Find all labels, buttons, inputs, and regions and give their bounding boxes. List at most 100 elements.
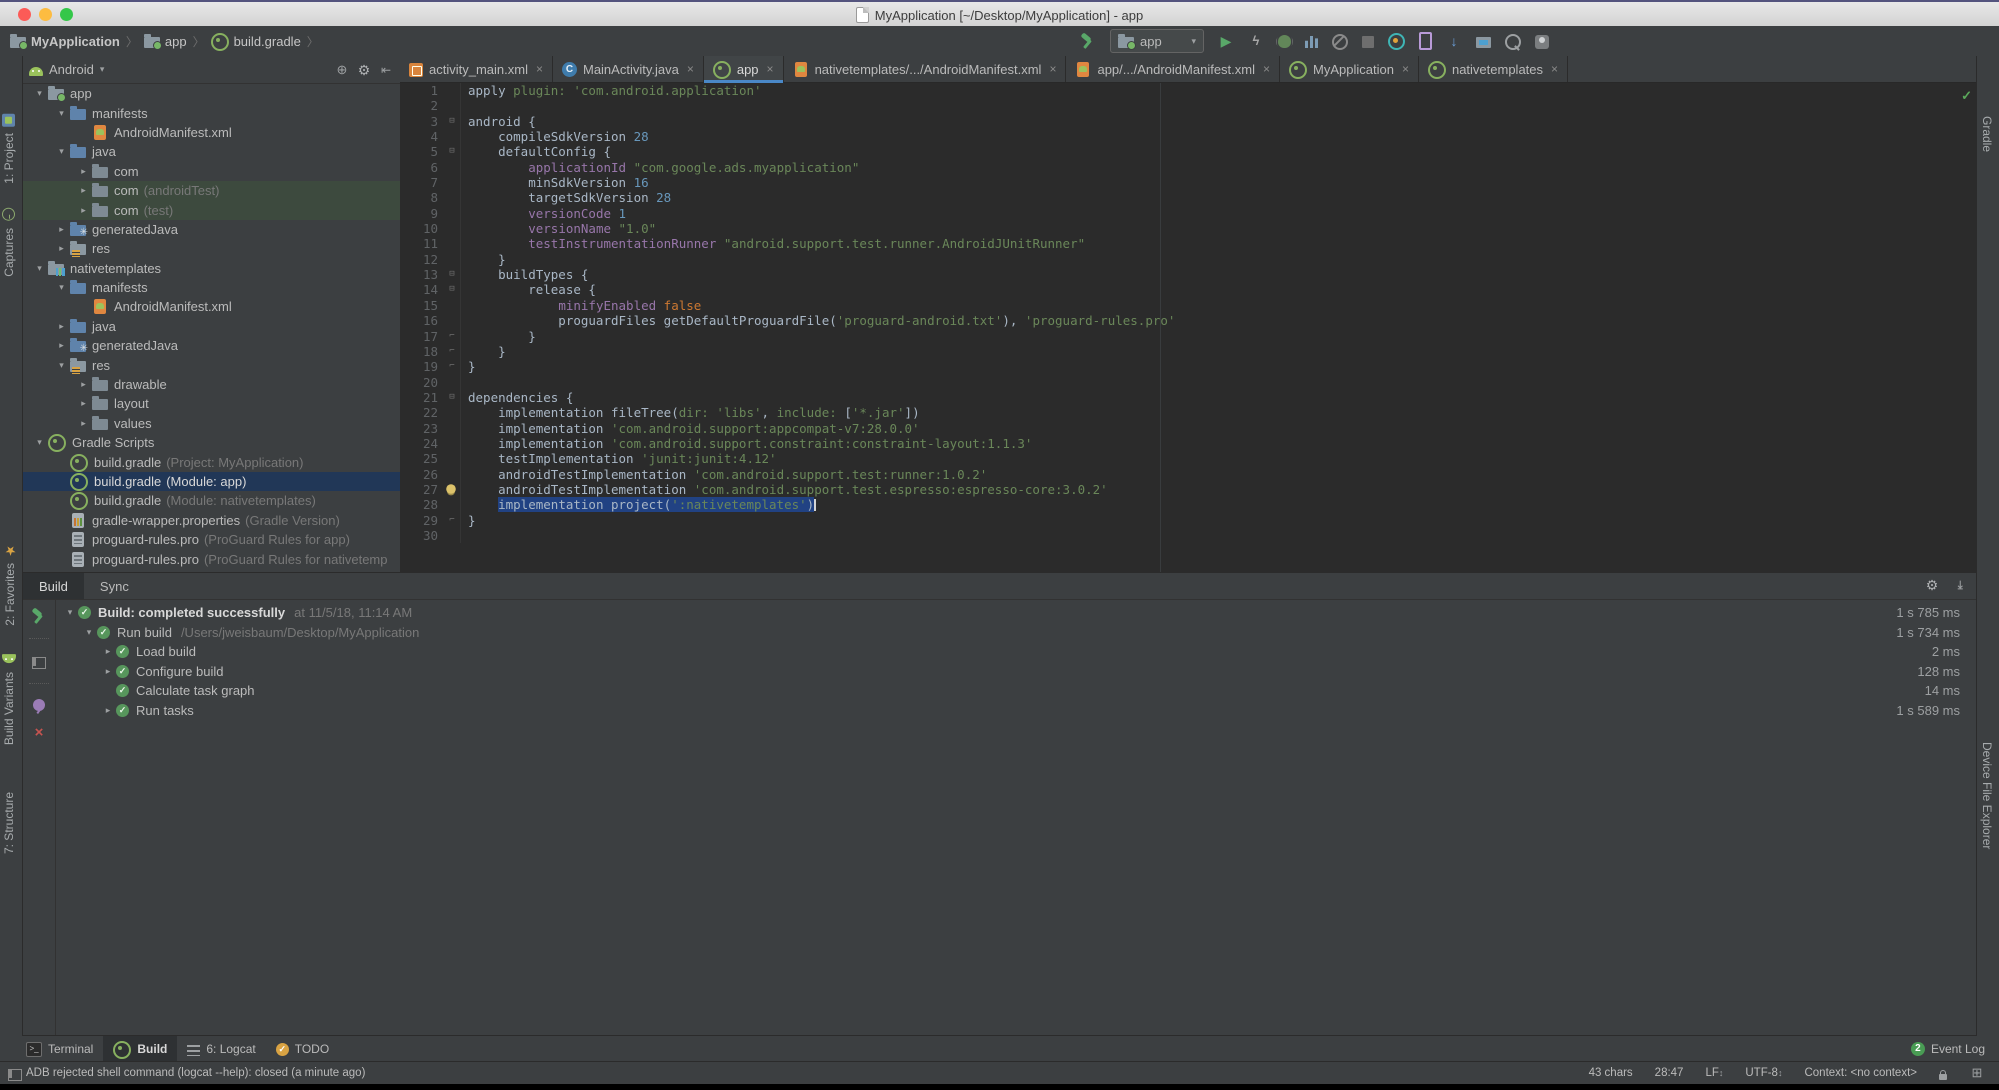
tree-item-drawable[interactable]: ▸ drawable [23,375,400,394]
fold-marker[interactable]: ⌐ [444,328,461,344]
tab-mainactivity-java[interactable]: C MainActivity.java × [553,56,704,82]
chevron-expanded-icon[interactable]: ▾ [53,360,70,371]
stripe-button-7-structure[interactable]: 7: Structure [2,792,16,854]
tree-item-res[interactable]: ▾ res [23,355,400,374]
fold-marker[interactable]: ⊟ [444,144,461,160]
tree-item-generatedjava[interactable]: ▸ generatedJava [23,220,400,241]
tree-item-build.gradle[interactable]: build.gradle (Module: nativetemplates) [23,491,400,511]
close-icon[interactable]: × [687,62,694,76]
close-icon[interactable]: × [31,725,47,741]
tree-item-app[interactable]: ▾ app [23,84,400,103]
chevron-collapsed-icon[interactable]: ▸ [100,705,116,716]
sdk-manager-icon[interactable] [1419,32,1432,50]
device-manager-icon[interactable] [1388,32,1405,50]
chevron-collapsed-icon[interactable]: ▸ [75,185,92,196]
intention-bulb-icon[interactable] [446,484,456,494]
close-icon[interactable]: × [1263,62,1270,76]
tree-item-proguard-rules.pro[interactable]: proguard-rules.pro (ProGuard Rules for ap… [23,530,400,549]
vcs-update-icon[interactable]: ↓ [1446,33,1462,49]
chevron-collapsed-icon[interactable]: ▸ [75,398,92,409]
stripe-button-1-project[interactable]: 1: Project [2,114,16,184]
fold-marker[interactable]: ⌐ [444,359,461,375]
project-structure-icon[interactable] [1476,36,1491,48]
fold-marker[interactable]: ⊟ [444,282,461,298]
chevron-expanded-icon[interactable]: ▾ [31,437,48,448]
fold-marker[interactable]: ⌐ [444,343,461,360]
hide-panel-icon[interactable]: ⇤ [378,62,394,78]
chevron-collapsed-icon[interactable]: ▸ [75,166,92,177]
fold-marker[interactable]: ⊟ [444,389,461,406]
stripe-button-device-file-explorer[interactable]: Device File Explorer [1980,742,1994,849]
chevron-collapsed-icon[interactable]: ▸ [53,224,70,235]
event-log-button[interactable]: 2 Event Log [1910,1042,1999,1056]
close-icon[interactable]: × [536,62,543,76]
chevron-collapsed-icon[interactable]: ▸ [75,205,92,216]
zoom-window-button[interactable] [60,8,73,21]
chevron-expanded-icon[interactable]: ▾ [62,607,78,618]
tree-item-res[interactable]: ▸ res [23,239,400,258]
gear-icon[interactable]: ⚙ [1924,577,1940,593]
close-icon[interactable]: × [1402,62,1409,76]
stripe-button-captures[interactable]: Captures [2,208,16,277]
search-everywhere-icon[interactable] [1505,33,1521,50]
settings-avatar-icon[interactable] [1535,34,1549,49]
toggle-stripes-icon[interactable] [8,1069,22,1081]
attach-debugger-icon[interactable] [1332,33,1348,50]
tree-item-layout[interactable]: ▸ layout [23,394,400,413]
locate-file-icon[interactable]: ⊕ [334,62,350,78]
tree-item-com[interactable]: ▸ com (test) [23,200,400,220]
chevron-expanded-icon[interactable]: ▾ [31,88,48,99]
chevron-collapsed-icon[interactable]: ▸ [53,321,70,332]
status-message[interactable]: ADB rejected shell command (logcat --hel… [26,1067,365,1079]
tab-nativetemplates[interactable]: nativetemplates × [1419,56,1569,82]
close-icon[interactable]: × [767,62,774,76]
chevron-collapsed-icon[interactable]: ▸ [75,418,92,429]
project-view-selector[interactable]: Android [49,62,94,77]
run-button[interactable]: ▶ [1218,33,1234,49]
chevron-collapsed-icon[interactable]: ▸ [100,646,116,657]
tree-item-manifests[interactable]: ▾ manifests [23,103,400,122]
toolwindow-6-logcat[interactable]: 6: Logcat [177,1036,265,1062]
chevron-collapsed-icon[interactable]: ▸ [53,243,70,254]
breadcrumb-item-build.gradle[interactable]: build.gradle [210,32,301,51]
build-tab-build[interactable]: Build [23,573,84,599]
chevron-collapsed-icon[interactable]: ▸ [75,379,92,390]
tab-myapplication[interactable]: MyApplication × [1280,56,1419,82]
tab-activity-main-xml[interactable]: activity_main.xml × [400,56,553,82]
close-window-button[interactable] [18,8,31,21]
tree-item-com[interactable]: ▸ com (androidTest) [23,180,400,201]
fold-marker[interactable]: ⊟ [444,113,461,130]
tab-app[interactable]: app × [703,56,784,83]
tree-item-java[interactable]: ▾ java [23,142,400,161]
stripe-button-gradle[interactable]: Gradle [1980,116,1994,152]
pin-icon[interactable] [33,699,45,711]
line-separator[interactable]: LF↕ [1705,1067,1723,1079]
chevron-expanded-icon[interactable]: ▾ [81,627,97,638]
filter-icon[interactable] [32,657,46,669]
debug-icon[interactable] [1278,35,1291,48]
layout-grid-icon[interactable]: ⊞ [1969,1065,1985,1081]
tree-item-gradle-wrapper.properties[interactable]: gradle-wrapper.properties (Gradle Version… [23,511,400,530]
lock-icon[interactable] [1939,1069,1947,1080]
tree-item-build.gradle[interactable]: build.gradle (Project: MyApplication) [23,452,400,472]
build-row[interactable]: ▸ ✓ Run tasks 1 s 589 ms [56,701,1978,721]
toolwindow-todo[interactable]: ✓ TODO [266,1036,339,1062]
tree-item-proguard-rules.pro[interactable]: proguard-rules.pro (ProGuard Rules for na… [23,549,400,568]
minimize-window-button[interactable] [39,8,52,21]
tab-nativetemplates-androidmanifest-xml[interactable]: nativetemplates/.../AndroidManifest.xml × [784,56,1067,82]
restore-panel-icon[interactable]: ⇤ [1952,577,1968,593]
build-row[interactable]: ▾ ✓ Build: completed successfully at 11/5/1… [56,603,1978,623]
tree-item-generatedjava[interactable]: ▸ generatedJava [23,336,400,357]
tree-item-androidmanifest.xml[interactable]: AndroidManifest.xml [23,297,400,316]
chevron-expanded-icon[interactable]: ▾ [53,108,70,119]
tree-item-nativetemplates[interactable]: ▾ nativetemplates [23,259,400,278]
chevron-expanded-icon[interactable]: ▾ [53,282,70,293]
tree-item-manifests[interactable]: ▾ manifests [23,278,400,297]
context-widget[interactable]: Context: <no context> [1804,1067,1917,1079]
tree-item-gradle scripts[interactable]: ▾ Gradle Scripts [23,433,400,453]
stop-icon[interactable] [1362,36,1374,48]
profiler-icon[interactable] [1305,36,1318,48]
build-row[interactable]: ▾ ✓ Run build/Users/jweisbaum/Desktop/MyAp… [56,623,1978,643]
apply-changes-icon[interactable]: ϟ [1248,33,1264,49]
tree-item-values[interactable]: ▸ values [23,414,400,433]
